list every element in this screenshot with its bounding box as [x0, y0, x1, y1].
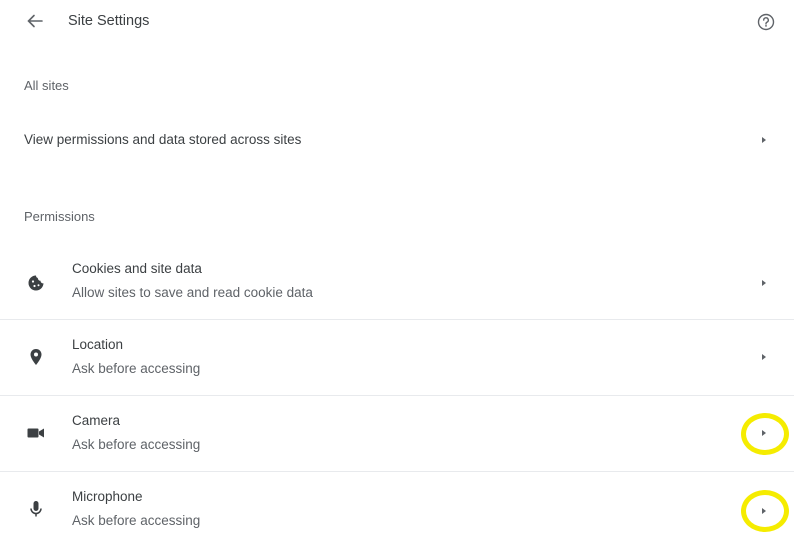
permission-title-microphone: Microphone	[72, 489, 143, 504]
chevron-right-icon	[756, 425, 772, 441]
permission-subtitle-cookies: Allow sites to save and read cookie data	[72, 285, 313, 300]
back-button[interactable]	[22, 10, 48, 32]
permission-subtitle-microphone: Ask before accessing	[72, 513, 201, 528]
header: Site Settings	[0, 0, 794, 44]
help-button[interactable]	[754, 10, 778, 34]
section-label-all-sites: All sites	[24, 78, 69, 93]
permission-subtitle-camera: Ask before accessing	[72, 437, 201, 452]
permission-row-microphone[interactable]: Microphone Ask before accessing	[0, 472, 794, 540]
permission-row-location[interactable]: Location Ask before accessing	[0, 320, 794, 396]
view-all-sites-row[interactable]: View permissions and data stored across …	[0, 118, 794, 162]
chevron-right-icon	[756, 349, 772, 365]
chevron-right-icon	[756, 275, 772, 291]
help-circle-icon	[757, 13, 775, 31]
camera-icon	[26, 423, 46, 443]
location-pin-icon	[26, 347, 46, 367]
chevron-right-icon	[756, 132, 772, 148]
microphone-icon	[26, 499, 46, 519]
permission-subtitle-location: Ask before accessing	[72, 361, 201, 376]
permission-row-camera[interactable]: Camera Ask before accessing	[0, 396, 794, 472]
cookie-icon	[26, 273, 46, 293]
permission-title-camera: Camera	[72, 413, 121, 428]
view-all-sites-label: View permissions and data stored across …	[24, 132, 302, 147]
chevron-right-icon	[756, 503, 772, 519]
permission-title-location: Location	[72, 337, 124, 352]
permission-row-cookies[interactable]: Cookies and site data Allow sites to sav…	[0, 244, 794, 320]
page-title: Site Settings	[68, 13, 150, 29]
section-label-permissions: Permissions	[24, 209, 95, 224]
arrow-left-icon	[27, 14, 43, 28]
permission-title-cookies: Cookies and site data	[72, 261, 202, 276]
